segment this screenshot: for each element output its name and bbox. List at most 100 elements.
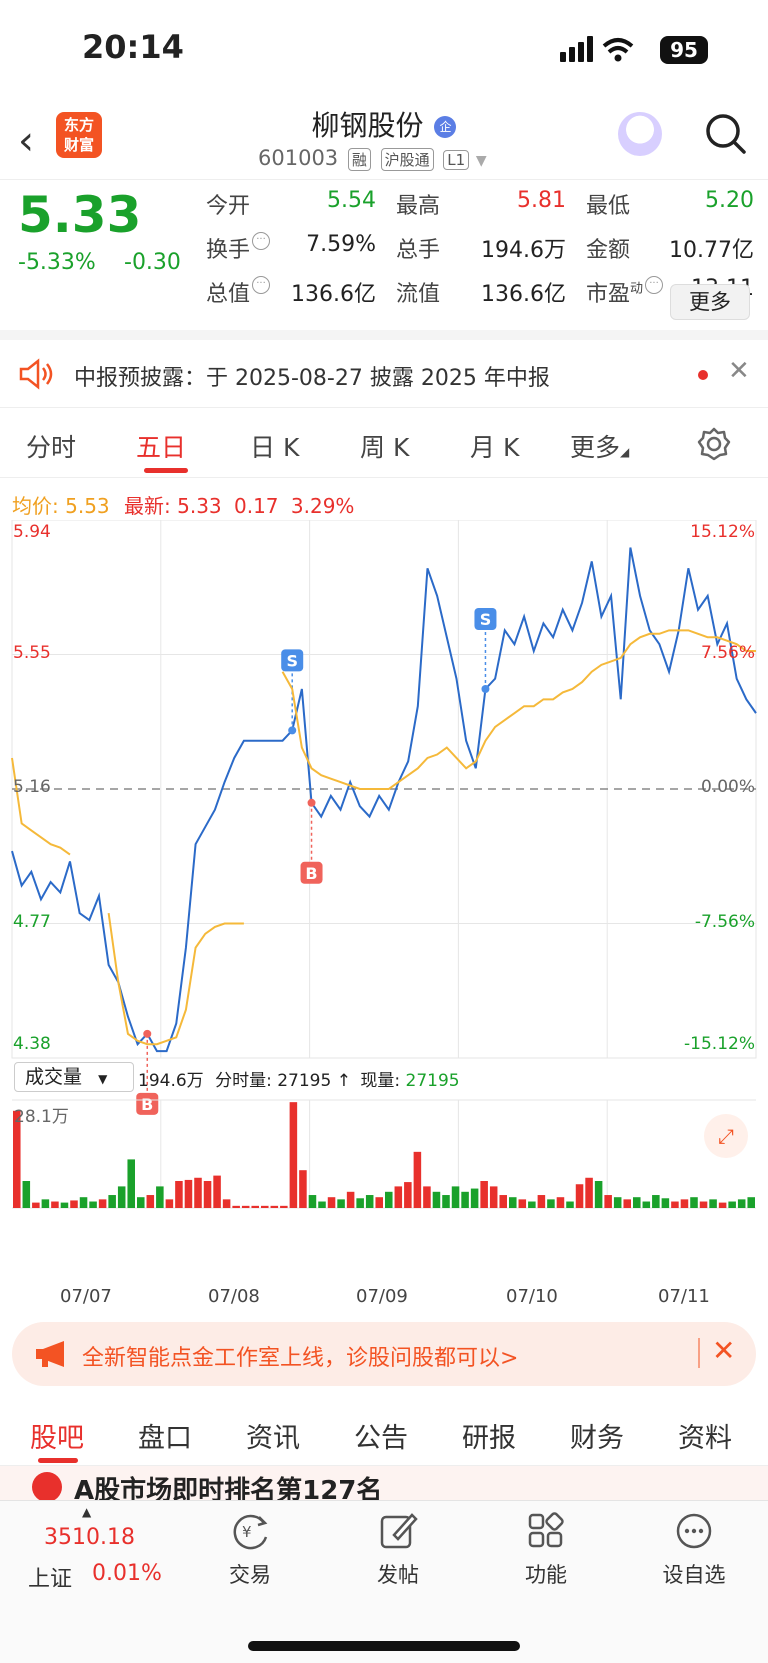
volume-bar	[308, 1195, 317, 1208]
dropdown-icon: ▼	[475, 153, 487, 169]
quote-value: 136.6亿	[481, 282, 566, 307]
volume-bar	[194, 1177, 202, 1208]
five-day-chart[interactable]: B S B S	[0, 520, 768, 1300]
content-tabs: 股吧 盘口 资讯 公告 研报 财务 资料	[0, 1400, 768, 1466]
minute-volume: 27195	[277, 1071, 332, 1091]
quote-panel: 5.33 -5.33% -0.30 今开 5.54 最高 5.81 最低 5.20 换手 ··…	[0, 180, 768, 340]
tab-more[interactable]: 更多◢	[570, 428, 629, 464]
active-tab-indicator	[144, 468, 188, 473]
volume-bar	[652, 1195, 660, 1208]
tab-finance[interactable]: 财务	[570, 1416, 624, 1455]
current-price: 5.33	[18, 186, 142, 244]
volume-bar	[709, 1199, 717, 1208]
index-name: 上证	[28, 1567, 73, 1592]
tab-monthly-k[interactable]: 月 K	[470, 428, 519, 464]
volume-bar	[566, 1201, 574, 1208]
volume-bar	[480, 1181, 488, 1208]
avg-value: 5.53	[65, 494, 110, 518]
volume-bar	[365, 1195, 374, 1208]
quote-label: 换手 ···	[206, 232, 271, 264]
volume-bar	[394, 1186, 403, 1208]
quote-label: 今开	[206, 194, 251, 219]
y-right-tick: -7.56%	[694, 911, 755, 932]
close-icon[interactable]: ✕	[728, 356, 750, 386]
volume-bar	[423, 1186, 431, 1208]
more-button[interactable]: 更多	[670, 284, 750, 320]
volume-bar	[604, 1195, 612, 1208]
tab-guba[interactable]: 股吧	[30, 1416, 84, 1455]
search-icon[interactable]	[704, 112, 748, 156]
latest-change-pct: 3.29%	[290, 494, 355, 518]
stock-code-row[interactable]: 601003 融 沪股通 L1 ▼	[258, 146, 487, 171]
quote-value: 136.6亿	[291, 282, 376, 307]
volume-bar	[413, 1151, 422, 1208]
volume-bar	[451, 1186, 460, 1208]
volume-bar	[747, 1197, 755, 1208]
ranking-peek[interactable]: A股市场即时排名第127名	[0, 1466, 768, 1500]
indicator-select[interactable]: 成交量 ▼	[14, 1062, 134, 1092]
notice-bar[interactable]: 中报预披露：于 2025-08-27 披露 2025 年中报 ✕	[0, 340, 768, 408]
tab-daily-k[interactable]: 日 K	[250, 428, 299, 464]
assistant-robot-icon[interactable]	[618, 112, 662, 156]
volume-bar	[718, 1202, 727, 1208]
tab-weekly-k[interactable]: 周 K	[360, 428, 409, 464]
tab-profile[interactable]: 资料	[678, 1416, 732, 1455]
tab-announcements[interactable]: 公告	[354, 1416, 408, 1455]
settings-gear-icon[interactable]	[696, 426, 732, 462]
volume-bar	[280, 1205, 288, 1208]
tab-five-day[interactable]: 五日	[136, 428, 186, 464]
tab-research[interactable]: 研报	[462, 1416, 516, 1455]
volume-bar	[22, 1181, 31, 1208]
volume-bar	[642, 1201, 651, 1208]
volume-bar	[127, 1159, 135, 1208]
y-left-tick: 5.16	[13, 777, 51, 797]
chevron-down-icon: ▼	[98, 1072, 108, 1086]
price-line	[11, 547, 757, 1053]
tab-pankou[interactable]: 盘口	[138, 1416, 192, 1455]
speaker-icon	[19, 358, 53, 390]
quote-value: 194.6万	[481, 238, 566, 263]
stock-name: 柳钢股份	[311, 109, 424, 142]
tag-connect: 沪股通	[380, 148, 434, 171]
quote-label: 金额	[586, 238, 631, 263]
active-tab-indicator	[38, 1458, 78, 1463]
volume-bar	[728, 1201, 736, 1208]
function-icon	[528, 1512, 564, 1548]
volume-bar	[509, 1197, 517, 1208]
date-label: 07/07	[60, 1286, 112, 1307]
tab-post[interactable]: 发帖	[348, 1511, 448, 1589]
promo-banner[interactable]: 全新智能点金工作室上线，诊股问股都可以> ✕	[12, 1322, 756, 1386]
volume-bar	[613, 1197, 622, 1208]
notice-text: 中报预披露：于 2025-08-27 披露 2025 年中报	[74, 366, 550, 391]
tab-trade[interactable]: ¥ 交易	[200, 1511, 300, 1589]
volume-bar	[289, 1102, 298, 1208]
promo-text: 全新智能点金工作室上线，诊股问股都可以>	[82, 1346, 519, 1371]
svg-text:S: S	[286, 651, 298, 670]
caret-up-icon: ▲	[82, 1505, 92, 1519]
svg-text:B: B	[305, 864, 317, 883]
tab-function[interactable]: 功能	[496, 1511, 596, 1589]
tab-add-watchlist[interactable]: 设自选	[644, 1511, 744, 1589]
volume-bar	[79, 1197, 88, 1208]
volume-bar	[337, 1199, 345, 1208]
svg-text:¥: ¥	[242, 1523, 252, 1541]
date-label: 07/09	[356, 1286, 408, 1307]
quote-label: 最高	[396, 194, 441, 219]
volume-bar	[222, 1199, 231, 1208]
volume-bar	[547, 1199, 555, 1208]
quote-label: 总值 ···	[206, 276, 271, 308]
volume-bar	[232, 1205, 240, 1208]
close-icon[interactable]: ✕	[712, 1334, 735, 1367]
volume-bar	[89, 1201, 97, 1208]
tab-intraday[interactable]: 分时	[26, 428, 76, 464]
unread-dot	[698, 370, 708, 380]
tab-news[interactable]: 资讯	[246, 1416, 300, 1455]
volume-bars	[12, 1099, 756, 1209]
volume-bar	[318, 1201, 326, 1208]
expand-icon[interactable]: ⤢	[704, 1114, 748, 1158]
volume-bar	[470, 1188, 479, 1208]
volume-bar	[432, 1191, 441, 1208]
buy-marker[interactable]: B	[300, 798, 323, 884]
volume-bar	[499, 1195, 507, 1208]
volume-bar	[633, 1197, 641, 1208]
